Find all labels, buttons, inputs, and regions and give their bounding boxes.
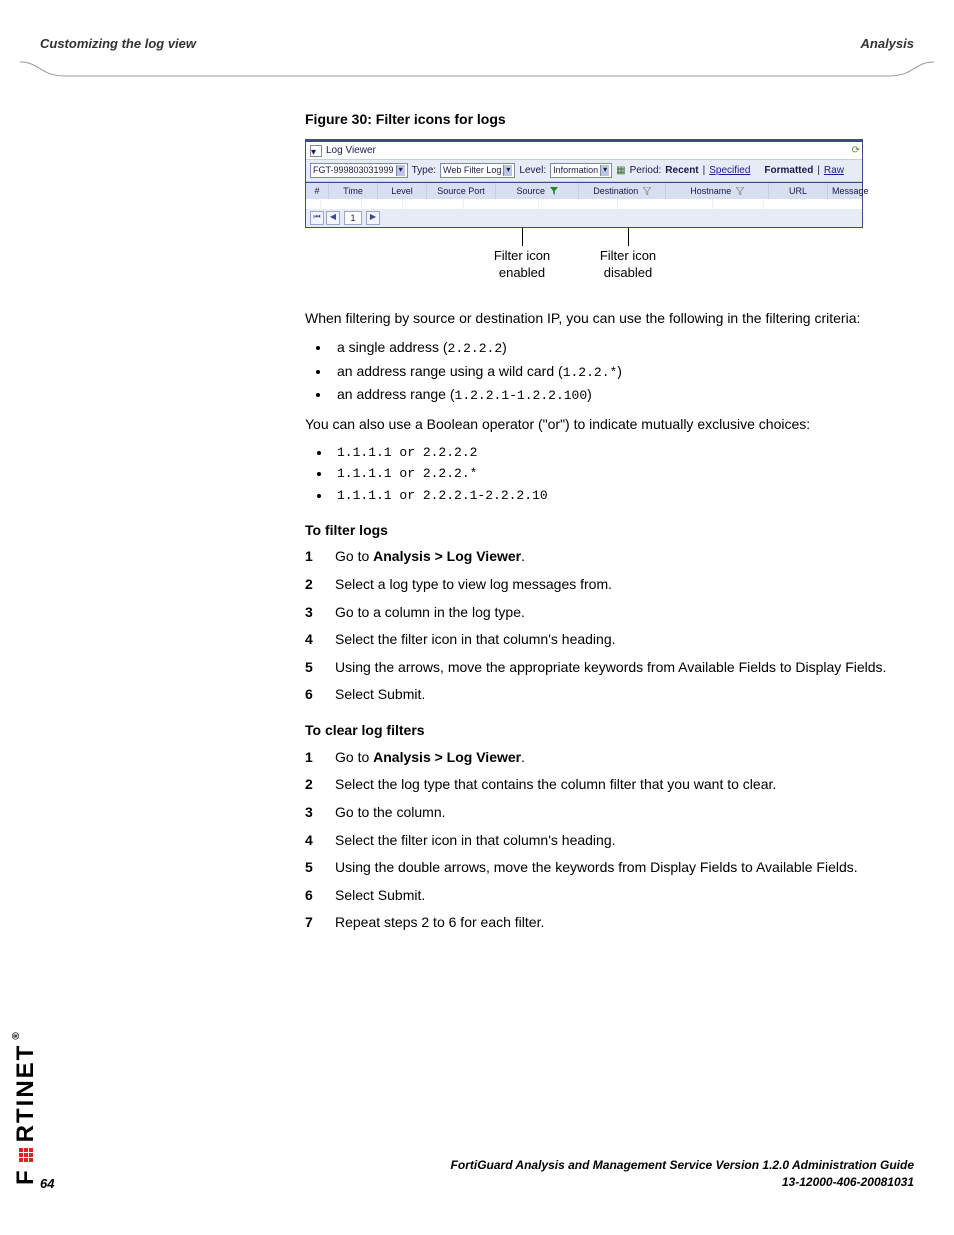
col-source[interactable]: Source [496, 183, 579, 199]
footer-doc-id: 13-12000-406-20081031 [782, 1175, 914, 1189]
page-number: 64 [40, 1176, 54, 1191]
col-level[interactable]: Level [378, 183, 427, 199]
col-url[interactable]: URL [769, 183, 828, 199]
type-label: Type: [412, 164, 436, 178]
period-label: Period: [630, 164, 662, 178]
list-item: Select the log type that contains the co… [335, 775, 889, 795]
period-recent[interactable]: Recent [665, 164, 698, 178]
level-select[interactable]: Information▾ [550, 163, 612, 177]
list-item: 1.1.1.1 or 2.2.2.* [331, 465, 889, 483]
list-item: 1.1.1.1 or 2.2.2.2 [331, 444, 889, 462]
filter-icon[interactable] [736, 187, 744, 195]
log-viewer-widget: ⟳ ▾ Log Viewer FGT-999803031999▾ Type: W… [305, 139, 863, 228]
format-formatted[interactable]: Formatted [764, 164, 813, 178]
list-item: Go to a column in the log type. [335, 603, 889, 623]
list-item: Using the double arrows, move the keywor… [335, 858, 889, 878]
refresh-icon[interactable]: ⟳ [852, 144, 860, 158]
footer-guide-title: FortiGuard Analysis and Management Servi… [451, 1158, 914, 1172]
calendar-icon[interactable]: ▦ [616, 164, 625, 178]
list-item: an address range (1.2.2.1-1.2.2.100) [331, 385, 889, 405]
device-select[interactable]: FGT-999803031999▾ [310, 163, 408, 177]
procedure-clear-steps: Go to Analysis > Log Viewer. Select the … [335, 748, 889, 933]
collapse-icon[interactable]: ▾ [310, 145, 322, 157]
list-item: Select Submit. [335, 685, 889, 705]
list-item: Repeat steps 2 to 6 for each filter. [335, 913, 889, 933]
col-hostname[interactable]: Hostname [666, 183, 769, 199]
filter-icon-enabled[interactable] [550, 187, 558, 195]
col-message[interactable]: Message [828, 183, 873, 199]
logo-grid-icon [19, 1148, 33, 1162]
col-destination[interactable]: Destination [579, 183, 666, 199]
boolean-list: 1.1.1.1 or 2.2.2.2 1.1.1.1 or 2.2.2.* 1.… [305, 444, 889, 505]
procedure-filter-steps: Go to Analysis > Log Viewer. Select a lo… [335, 547, 889, 705]
prev-page-button[interactable]: ◀ [326, 211, 340, 225]
level-label: Level: [519, 164, 546, 178]
list-item: a single address (2.2.2.2) [331, 338, 889, 358]
list-item: Go to Analysis > Log Viewer. [335, 748, 889, 768]
type-select[interactable]: Web Filter Log▾ [440, 163, 515, 177]
page-number-input[interactable]: 1 [344, 211, 362, 225]
filter-callouts: Filter icon enabled Filter icon disabled [305, 248, 889, 282]
callout-enabled: Filter icon enabled [477, 248, 567, 282]
col-num[interactable]: # [306, 183, 329, 199]
list-item: Using the arrows, move the appropriate k… [335, 658, 889, 678]
header-left: Customizing the log view [40, 36, 196, 51]
figure-caption: Figure 30: Filter icons for logs [305, 110, 889, 129]
period-specified[interactable]: Specified [709, 164, 750, 178]
pager: ⏮ ◀ 1 ▶ [306, 209, 862, 227]
procedure-filter-title: To filter logs [305, 521, 889, 540]
format-raw[interactable]: Raw [824, 164, 844, 178]
list-item: Select the filter icon in that column's … [335, 630, 889, 650]
table-row [306, 199, 862, 209]
list-item: Select the filter icon in that column's … [335, 831, 889, 851]
list-item: Select Submit. [335, 886, 889, 906]
col-time[interactable]: Time [329, 183, 378, 199]
list-item: 1.1.1.1 or 2.2.2.1-2.2.2.10 [331, 487, 889, 505]
list-item: Select a log type to view log messages f… [335, 575, 889, 595]
procedure-clear-title: To clear log filters [305, 721, 889, 740]
callout-disabled: Filter icon disabled [583, 248, 673, 282]
log-viewer-title: Log Viewer [326, 144, 376, 158]
page-footer: FortiGuard Analysis and Management Servi… [40, 1157, 914, 1191]
list-item: Go to the column. [335, 803, 889, 823]
fortinet-logo: F RTINET ® [12, 1030, 40, 1185]
first-page-button[interactable]: ⏮ [310, 211, 324, 225]
intro-filtering-criteria: When filtering by source or destination … [305, 309, 889, 328]
criteria-list: a single address (2.2.2.2) an address ra… [305, 338, 889, 405]
col-source-port[interactable]: Source Port [427, 183, 496, 199]
page-header: Customizing the log view Analysis [40, 28, 914, 58]
next-page-button[interactable]: ▶ [366, 211, 380, 225]
header-right: Analysis [861, 36, 914, 51]
intro-boolean: You can also use a Boolean operator ("or… [305, 415, 889, 434]
list-item: Go to Analysis > Log Viewer. [335, 547, 889, 567]
filter-icon-disabled[interactable] [643, 187, 651, 195]
log-table-header: # Time Level Source Port Source Destinat… [306, 182, 862, 199]
list-item: an address range using a wild card (1.2.… [331, 362, 889, 382]
header-divider-curve [20, 54, 934, 82]
